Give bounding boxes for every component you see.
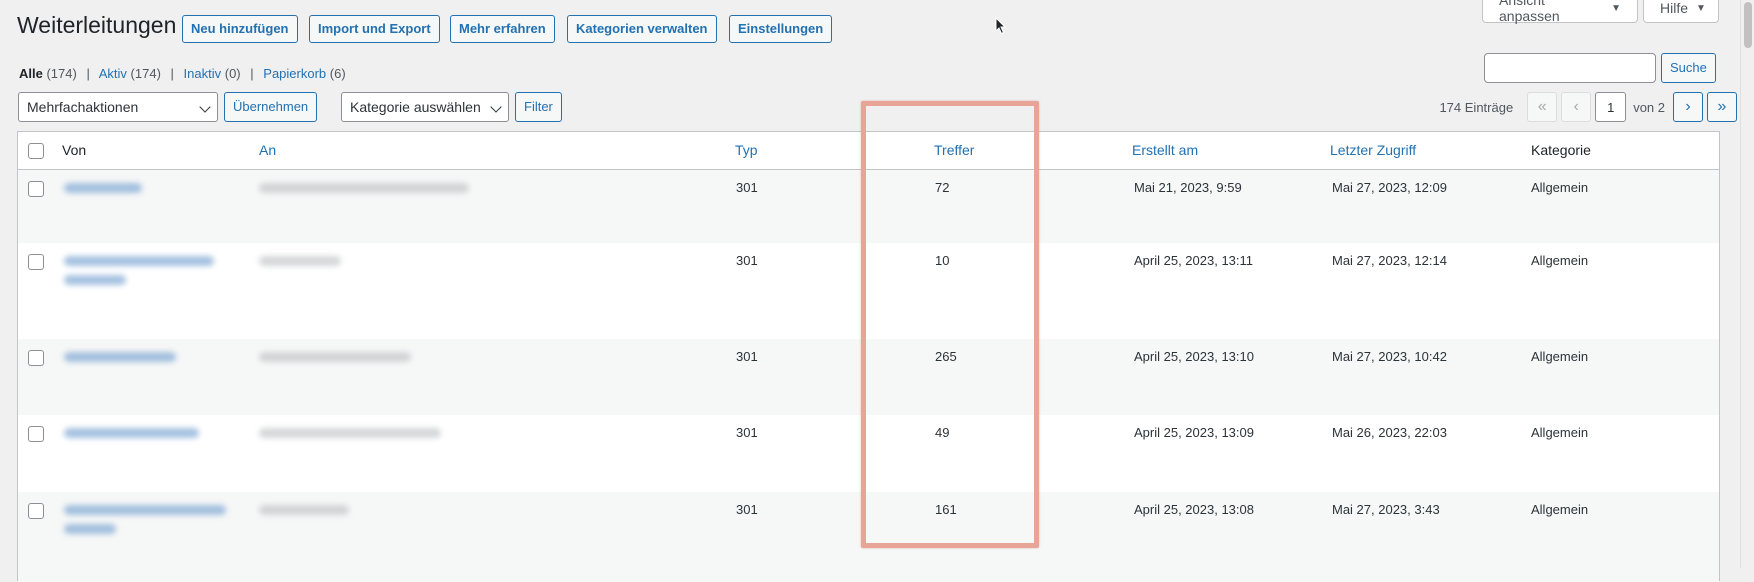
last-page-button[interactable]: » bbox=[1707, 92, 1737, 122]
category-select-value: Kategorie auswählen bbox=[350, 99, 481, 115]
last-access-cell: Mai 26, 2023, 22:03 bbox=[1332, 425, 1447, 440]
from-url-redacted[interactable] bbox=[64, 256, 214, 266]
type-cell: 301 bbox=[736, 349, 758, 364]
category-cell: Allgemein bbox=[1531, 349, 1589, 364]
col-last-access[interactable]: Letzter Zugriff bbox=[1330, 142, 1416, 158]
filter-active-count: (174) bbox=[130, 66, 161, 81]
category-select[interactable]: Kategorie auswählen bbox=[341, 92, 509, 122]
select-all-checkbox[interactable] bbox=[28, 143, 44, 159]
last-access-cell: Mai 27, 2023, 12:09 bbox=[1332, 180, 1447, 195]
col-type[interactable]: Typ bbox=[735, 142, 758, 158]
category-cell: Allgemein bbox=[1531, 425, 1589, 440]
help-button[interactable]: Hilfe ▼ bbox=[1643, 0, 1719, 23]
items-count: 174 Einträge bbox=[1439, 99, 1514, 115]
filter-trash-count: (6) bbox=[329, 66, 346, 81]
from-url-redacted[interactable] bbox=[64, 428, 199, 438]
filter-all-count: (174) bbox=[46, 66, 77, 81]
caret-down-icon: ▼ bbox=[1696, 2, 1706, 14]
col-created[interactable]: Erstellt am bbox=[1132, 142, 1198, 158]
bulk-actions-value: Mehrfachaktionen bbox=[27, 99, 139, 115]
col-to[interactable]: An bbox=[259, 142, 276, 158]
last-access-cell: Mai 27, 2023, 3:43 bbox=[1332, 502, 1440, 517]
row-checkbox[interactable] bbox=[28, 503, 44, 519]
row-checkbox[interactable] bbox=[28, 254, 44, 270]
learn-more-button[interactable]: Mehr erfahren bbox=[450, 15, 555, 43]
type-cell: 301 bbox=[736, 180, 758, 195]
from-url-redacted[interactable] bbox=[64, 275, 126, 285]
created-cell: Mai 21, 2023, 9:59 bbox=[1134, 180, 1242, 195]
current-page-input[interactable]: 1 bbox=[1595, 92, 1627, 122]
from-url-redacted[interactable] bbox=[64, 505, 226, 515]
category-cell: Allgemein bbox=[1531, 502, 1589, 517]
type-cell: 301 bbox=[736, 425, 758, 440]
bulk-actions-select[interactable]: Mehrfachaktionen bbox=[18, 92, 218, 122]
help-label: Hilfe bbox=[1660, 0, 1689, 16]
total-pages: von 2 bbox=[1633, 99, 1665, 115]
filter-separator: | bbox=[170, 66, 174, 81]
caret-down-icon: ▼ bbox=[1611, 2, 1621, 14]
created-cell: April 25, 2023, 13:09 bbox=[1134, 425, 1254, 440]
filter-button[interactable]: Filter bbox=[515, 92, 562, 122]
filter-inactive[interactable]: Inaktiv bbox=[184, 66, 222, 81]
to-url-redacted bbox=[259, 352, 411, 362]
created-cell: April 25, 2023, 13:10 bbox=[1134, 349, 1254, 364]
to-url-redacted bbox=[259, 428, 441, 438]
to-url-redacted bbox=[259, 256, 341, 266]
search-button[interactable]: Suche bbox=[1661, 53, 1716, 83]
row-checkbox[interactable] bbox=[28, 350, 44, 366]
filter-all[interactable]: Alle bbox=[19, 66, 43, 81]
last-access-cell: Mai 27, 2023, 12:14 bbox=[1332, 253, 1447, 268]
page-title: Weiterleitungen bbox=[17, 12, 177, 38]
import-export-button[interactable]: Import und Export bbox=[309, 15, 440, 43]
filter-separator: | bbox=[86, 66, 90, 81]
to-url-redacted bbox=[259, 505, 349, 515]
category-cell: Allgemein bbox=[1531, 253, 1589, 268]
created-cell: April 25, 2023, 13:08 bbox=[1134, 502, 1254, 517]
screen-options-button[interactable]: Ansicht anpassen ▼ bbox=[1482, 0, 1638, 24]
last-access-cell: Mai 27, 2023, 10:42 bbox=[1332, 349, 1447, 364]
hits-column-highlight bbox=[861, 101, 1039, 548]
first-page-icon: « bbox=[1527, 92, 1558, 122]
chevron-down-icon bbox=[199, 101, 211, 113]
filter-trash[interactable]: Papierkorb bbox=[263, 66, 326, 81]
screen-options-label: Ansicht anpassen bbox=[1499, 0, 1560, 24]
type-cell: 301 bbox=[736, 253, 758, 268]
row-checkbox[interactable] bbox=[28, 181, 44, 197]
scrollbar-thumb[interactable] bbox=[1744, 2, 1752, 48]
to-url-redacted bbox=[259, 183, 469, 193]
add-new-button[interactable]: Neu hinzufügen bbox=[182, 15, 298, 43]
status-filter-links: Alle (174) | Aktiv (174) | Inaktiv (0) |… bbox=[19, 66, 346, 81]
chevron-down-icon bbox=[490, 101, 502, 113]
from-url-redacted[interactable] bbox=[64, 352, 176, 362]
pagination: 174 Einträge « ‹ 1 von 2 › » bbox=[1439, 92, 1737, 122]
row-checkbox[interactable] bbox=[28, 426, 44, 442]
filter-inactive-count: (0) bbox=[224, 66, 241, 81]
from-url-redacted[interactable] bbox=[64, 183, 142, 193]
created-cell: April 25, 2023, 13:11 bbox=[1134, 253, 1254, 268]
mouse-cursor-icon bbox=[995, 17, 1007, 35]
filter-separator: | bbox=[250, 66, 254, 81]
apply-bulk-button[interactable]: Übernehmen bbox=[224, 92, 318, 122]
filter-active[interactable]: Aktiv bbox=[99, 66, 127, 81]
next-page-button[interactable]: › bbox=[1673, 92, 1703, 122]
search-input[interactable] bbox=[1484, 53, 1656, 83]
type-cell: 301 bbox=[736, 502, 758, 517]
from-url-redacted[interactable] bbox=[64, 524, 116, 534]
prev-page-icon: ‹ bbox=[1561, 92, 1592, 122]
manage-categories-button[interactable]: Kategorien verwalten bbox=[567, 15, 717, 43]
category-cell: Allgemein bbox=[1531, 180, 1589, 195]
page-scrollbar[interactable] bbox=[1740, 0, 1754, 568]
settings-button[interactable]: Einstellungen bbox=[729, 15, 833, 43]
col-from: Von bbox=[62, 142, 87, 158]
col-category: Kategorie bbox=[1531, 142, 1591, 158]
